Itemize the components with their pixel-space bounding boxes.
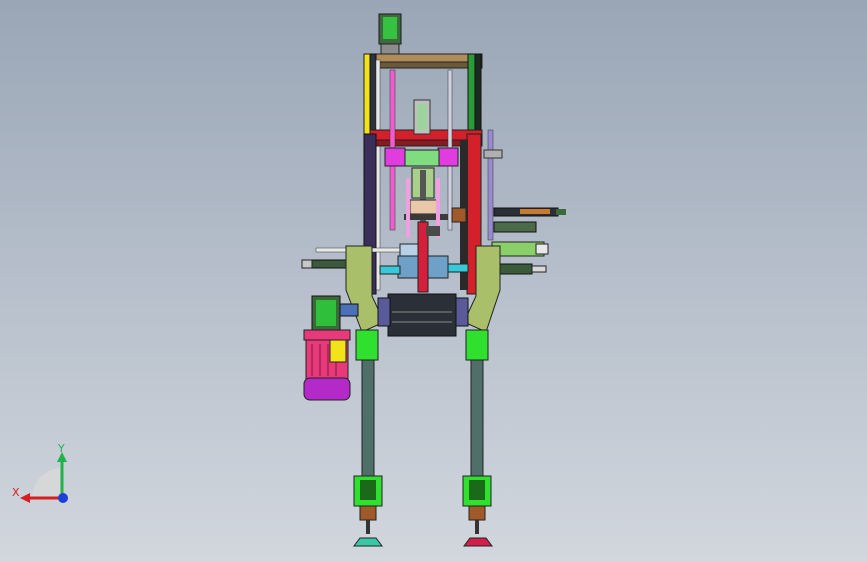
- central-slide-assembly: [384, 69, 459, 238]
- axis-triad: Y X: [12, 442, 68, 503]
- x-axis-label: X: [12, 486, 20, 499]
- z-axis-dot-icon: [58, 493, 68, 503]
- left-leg: [353, 329, 383, 547]
- drive-block: [377, 293, 469, 337]
- left-pneumatic-cylinders: [301, 221, 469, 293]
- y-axis-label: Y: [57, 442, 65, 455]
- top-servo-motor: [378, 13, 402, 55]
- gear-motor: [303, 295, 359, 401]
- right-leg: [462, 329, 493, 547]
- triad-plane-icon: [32, 468, 62, 498]
- cad-model-viewport[interactable]: [0, 0, 867, 562]
